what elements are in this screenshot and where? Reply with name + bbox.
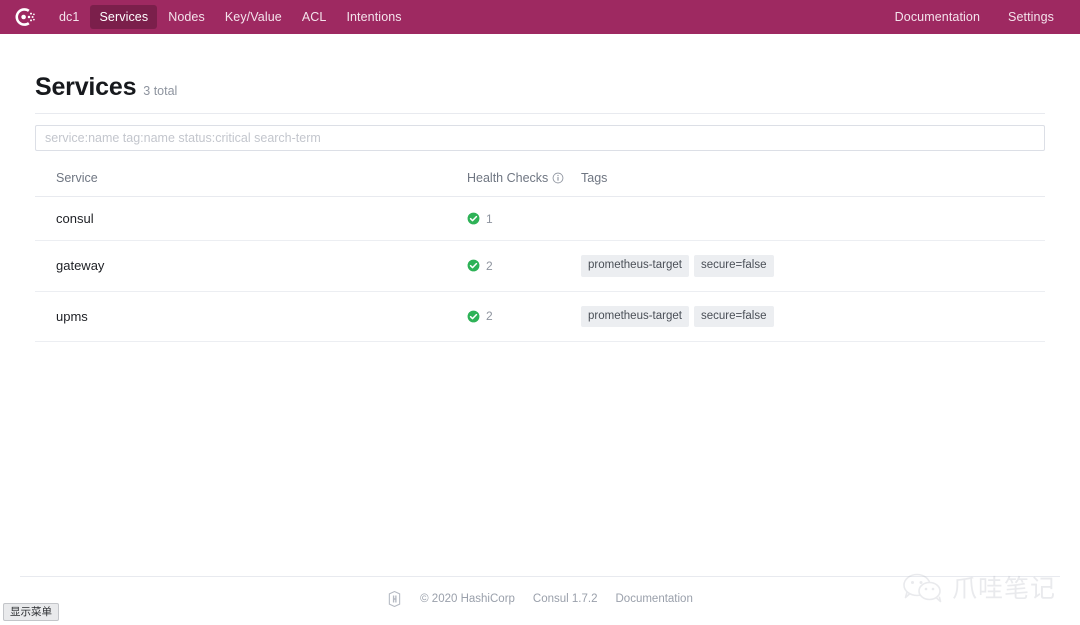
health-check-count: 2 [486, 259, 493, 273]
top-navigation-bar: dc1 Services Nodes Key/Value ACL Intenti… [0, 0, 1080, 34]
footer-copyright: © 2020 HashiCorp [420, 593, 515, 605]
tag-list: prometheus-target secure=false [581, 255, 1045, 277]
health-checks-cell: 1 [467, 197, 581, 241]
column-header-tags[interactable]: Tags [581, 171, 1045, 197]
show-menu-button[interactable]: 显示菜单 [3, 603, 59, 621]
nav-item-intentions[interactable]: Intentions [337, 5, 410, 30]
tags-cell: prometheus-target secure=false [581, 291, 1045, 342]
health-check-count: 1 [486, 212, 493, 226]
nav-item-documentation[interactable]: Documentation [886, 5, 989, 30]
check-circle-icon [467, 259, 480, 272]
search-input[interactable] [35, 125, 1045, 151]
tag-item[interactable]: prometheus-target [581, 306, 689, 328]
consul-ui-window: dc1 Services Nodes Key/Value ACL Intenti… [0, 0, 1080, 625]
column-header-health-checks[interactable]: Health Checks [467, 171, 581, 197]
health-checks-cell: 2 [467, 241, 581, 292]
services-table-body: consul 1 [35, 197, 1045, 342]
nav-item-settings[interactable]: Settings [999, 5, 1063, 30]
tag-list: prometheus-target secure=false [581, 306, 1045, 328]
services-table: Service Health Checks Tags consul [35, 171, 1045, 342]
page-footer: © 2020 HashiCorp Consul 1.7.2 Documentat… [0, 576, 1080, 607]
page-header: Services 3 total [35, 34, 1045, 114]
column-header-health-checks-label: Health Checks [467, 171, 548, 185]
service-name: consul [56, 211, 94, 226]
table-row[interactable]: upms 2 prometheus-target [35, 291, 1045, 342]
nav-item-services[interactable]: Services [90, 5, 157, 30]
nav-right-group: Documentation Settings [876, 5, 1063, 30]
footer-version: Consul 1.7.2 [533, 593, 598, 605]
nav-item-acl[interactable]: ACL [293, 5, 336, 30]
services-table-head: Service Health Checks Tags [35, 171, 1045, 197]
table-row[interactable]: consul 1 [35, 197, 1045, 241]
column-header-service[interactable]: Service [35, 171, 467, 197]
info-circle-icon[interactable] [552, 172, 564, 184]
service-name: upms [56, 309, 88, 324]
tag-item[interactable]: secure=false [694, 306, 774, 328]
tag-item[interactable]: prometheus-target [581, 255, 689, 277]
tags-cell: prometheus-target secure=false [581, 241, 1045, 292]
nav-item-dc1[interactable]: dc1 [50, 5, 88, 30]
check-circle-icon [467, 212, 480, 225]
check-circle-icon [467, 310, 480, 323]
main-content: Services 3 total Service Health Checks [0, 34, 1080, 342]
service-name-cell[interactable]: upms [35, 291, 467, 342]
service-name-cell[interactable]: gateway [35, 241, 467, 292]
tags-cell [581, 197, 1045, 241]
services-total-count: 3 total [143, 84, 177, 98]
nav-item-key-value[interactable]: Key/Value [216, 5, 291, 30]
footer-documentation-link[interactable]: Documentation [616, 593, 693, 605]
hashicorp-logo-icon [387, 591, 402, 607]
consul-logo-icon[interactable] [12, 5, 36, 29]
tag-item[interactable]: secure=false [694, 255, 774, 277]
search-section [35, 125, 1045, 151]
service-name-cell[interactable]: consul [35, 197, 467, 241]
footer-divider [20, 576, 1060, 577]
table-header-row: Service Health Checks Tags [35, 171, 1045, 197]
health-check-count: 2 [486, 309, 493, 323]
nav-item-nodes[interactable]: Nodes [159, 5, 214, 30]
page-title: Services [35, 73, 136, 102]
service-name: gateway [56, 258, 104, 273]
health-checks-cell: 2 [467, 291, 581, 342]
nav-left-group: dc1 Services Nodes Key/Value ACL Intenti… [12, 5, 876, 30]
footer-content: © 2020 HashiCorp Consul 1.7.2 Documentat… [0, 591, 1080, 607]
table-row[interactable]: gateway 2 prometheus-targ [35, 241, 1045, 292]
